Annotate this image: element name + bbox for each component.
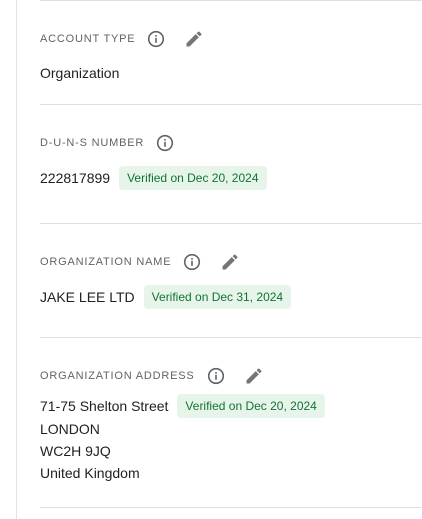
org-address-section: ORGANIZATION ADDRESS 71-75 Shelton Stree… [40, 363, 422, 484]
info-icon[interactable] [147, 30, 165, 48]
org-address-label: ORGANIZATION ADDRESS [40, 370, 195, 382]
divider [40, 507, 422, 508]
divider [40, 0, 422, 1]
duns-value: 222817899 [40, 170, 111, 186]
pencil-icon[interactable] [219, 251, 241, 273]
divider [40, 337, 422, 338]
address-line-2: LONDON [40, 421, 100, 437]
divider [40, 223, 422, 224]
info-icon[interactable] [156, 134, 174, 152]
verified-badge: Verified on Dec 20, 2024 [119, 166, 267, 190]
duns-section: D-U-N-S NUMBER 222817899 Verified on Dec… [40, 130, 422, 190]
settings-panel: ACCOUNT TYPE Organization D-U-N-S NUMBER… [0, 0, 422, 519]
account-type-label: ACCOUNT TYPE [40, 33, 136, 45]
account-type-section: ACCOUNT TYPE Organization [40, 26, 422, 85]
pencil-icon[interactable] [243, 365, 265, 387]
divider [40, 104, 422, 105]
info-icon[interactable] [207, 367, 225, 385]
address-block: 71-75 Shelton Street Verified on Dec 20,… [40, 394, 422, 484]
pencil-icon[interactable] [183, 28, 205, 50]
account-type-value: Organization [40, 65, 120, 81]
duns-label: D-U-N-S NUMBER [40, 137, 145, 149]
org-name-label: ORGANIZATION NAME [40, 256, 172, 268]
org-name-section: ORGANIZATION NAME JAKE LEE LTD Verified … [40, 249, 422, 309]
verified-badge: Verified on Dec 20, 2024 [177, 394, 325, 418]
address-line-3: WC2H 9JQ [40, 443, 111, 459]
org-name-value: JAKE LEE LTD [40, 289, 135, 305]
info-icon[interactable] [183, 253, 201, 271]
address-line-1: 71-75 Shelton Street [40, 398, 169, 414]
account-details: ACCOUNT TYPE Organization D-U-N-S NUMBER… [40, 0, 422, 519]
verified-badge: Verified on Dec 31, 2024 [143, 285, 292, 309]
address-line-4: United Kingdom [40, 465, 140, 481]
left-border [16, 0, 17, 519]
